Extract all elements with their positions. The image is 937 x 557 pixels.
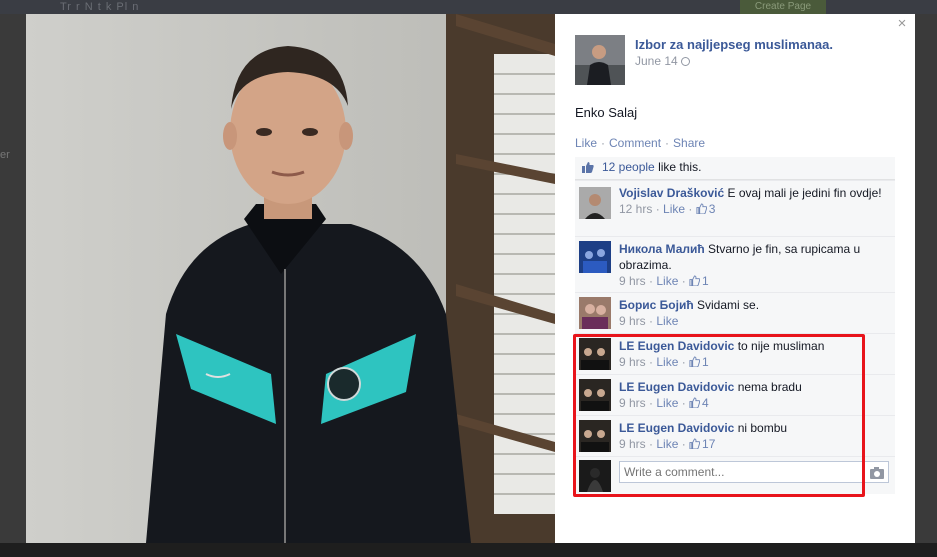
comment-like-link[interactable]: Like [656,396,678,410]
comment-text: nema bradu [737,380,802,394]
comment-meta: 9 hrs · Like · 17 [619,437,716,451]
comment-author-link[interactable]: LE Eugen Davidovic [619,339,734,353]
post-panel: × Izbor za najljepseg muslimanaa. June 1… [555,14,915,543]
comment-like-count[interactable]: 1 [702,274,709,288]
avatar-image [579,338,611,370]
comment-like-count[interactable]: 17 [702,437,715,451]
comment-author-link[interactable]: Никола Малић [619,242,705,256]
background-right-strip [915,14,937,557]
comment-body: LE Eugen Davidovic nema bradu 9 hrs · Li… [619,379,887,411]
comment-like-count[interactable]: 4 [702,396,709,410]
page-avatar-image [575,35,625,85]
like-thumb-icon [696,203,707,214]
comment-text: E ovaj mali je jedini fin ovdje! [727,186,882,200]
comment-time[interactable]: 9 hrs [619,396,646,410]
comment-item: Никола Малић Stvarno je fin, sa rupicama… [575,236,895,292]
background-create-page-button: Create Page [740,0,826,14]
like-thumb-icon [689,397,701,408]
comment-avatar[interactable] [579,420,611,452]
viewer-avatar[interactable] [579,460,611,492]
comment-text: to nije musliman [737,339,825,353]
comment-time[interactable]: 9 hrs [619,355,646,369]
globe-icon [680,57,690,66]
comment-meta: 12 hrs · Like · 3 [619,202,716,216]
comment-meta: 9 hrs · Like · 1 [619,274,709,288]
camera-icon-glyph [870,467,884,479]
comment-author-link[interactable]: LE Eugen Davidovic [619,380,734,394]
comment-meta: 9 hrs · Like · 4 [619,396,709,410]
comment-like-count[interactable]: 1 [702,355,709,369]
comment-meta: 9 hrs · Like [619,314,679,328]
background-text-fragment: er [0,149,10,161]
background-bottom-strip [0,543,937,557]
comment-like-link[interactable]: Like [663,202,685,216]
camera-icon[interactable] [865,461,889,483]
comment-body: Борис Бојић Svidami se. 9 hrs · Like [619,297,887,329]
comment-avatar[interactable] [579,338,611,370]
comment-item: LE Eugen Davidovic to nije musliman 9 hr… [575,333,895,374]
comment-time[interactable]: 9 hrs [619,437,646,451]
post-date-text: June 14 [635,54,678,68]
close-icon[interactable]: × [895,16,909,31]
like-thumb-icon [689,275,701,286]
comment-body: LE Eugen Davidovic ni bombu 9 hrs · Like… [619,420,887,452]
post-caption: Enko Salaj [575,105,638,120]
comment-like-count[interactable]: 3 [709,202,716,216]
comment-text: ni bombu [737,421,788,435]
likes-summary: 12 people like this. [575,157,895,180]
post-date[interactable]: June 14 [635,54,690,68]
comment-time[interactable]: 9 hrs [619,274,646,288]
avatar-image [579,420,611,452]
separator-dot: · [665,136,670,150]
comment-time[interactable]: 9 hrs [619,314,646,328]
comment-like-link[interactable]: Like [656,274,678,288]
comment-item: LE Eugen Davidovic nema bradu 9 hrs · Li… [575,374,895,415]
photo-stage[interactable] [26,14,555,543]
avatar-image [579,379,611,411]
background-left-strip: er [0,14,26,557]
comment-avatar[interactable] [579,187,611,219]
comment-item: Vojislav Drašković E ovaj mali je jedini… [575,180,895,236]
comment-body: Vojislav Drašković E ovaj mali je jedini… [619,185,887,217]
comment-item: LE Eugen Davidovic ni bombu 9 hrs · Like… [575,415,895,456]
likes-count-link[interactable]: 12 people [602,160,655,174]
like-thumb-icon [689,438,701,449]
comment-author-link[interactable]: LE Eugen Davidovic [619,421,734,435]
comment-like-link[interactable]: Like [656,355,678,369]
post-actions: Like · Comment · Share [575,136,705,150]
comment-link[interactable]: Comment [609,136,661,150]
avatar-image [579,460,611,492]
comment-avatar[interactable] [579,297,611,329]
like-link[interactable]: Like [575,136,597,150]
likes-suffix: like this. [658,160,702,174]
comment-composer [575,456,895,494]
comment-author-link[interactable]: Борис Бојић [619,298,694,312]
like-thumb-icon [582,162,594,173]
like-thumb-icon [689,356,701,367]
comment-text: Svidami se. [697,298,760,312]
avatar-image [579,241,611,273]
comment-author-link[interactable]: Vojislav Drašković [619,186,724,200]
comment-input[interactable] [619,461,865,483]
comment-avatar[interactable] [579,379,611,411]
comment-item: Борис Бојић Svidami se. 9 hrs · Like [575,292,895,333]
background-topbar: Tr r N t k Pl n Create Page [0,0,937,14]
comment-body: LE Eugen Davidovic to nije musliman 9 hr… [619,338,887,370]
comment-body: Никола Малић Stvarno je fin, sa rupicama… [619,241,887,289]
comment-time[interactable]: 12 hrs [619,202,652,216]
comment-avatar[interactable] [579,241,611,273]
post-photo [26,14,555,543]
avatar-image [579,187,611,219]
comment-meta: 9 hrs · Like · 1 [619,355,709,369]
comment-like-link[interactable]: Like [656,314,678,328]
background-topbar-text: Tr r N t k Pl n [60,1,140,13]
comment-like-link[interactable]: Like [656,437,678,451]
comments-section: 12 people like this. Vojislav Drašković … [575,157,895,494]
avatar-image [579,297,611,329]
share-link[interactable]: Share [673,136,705,150]
page-name-link[interactable]: Izbor za najljepseg muslimanaa. [635,37,833,52]
separator-dot: · [601,136,606,150]
page-avatar[interactable] [575,35,625,85]
